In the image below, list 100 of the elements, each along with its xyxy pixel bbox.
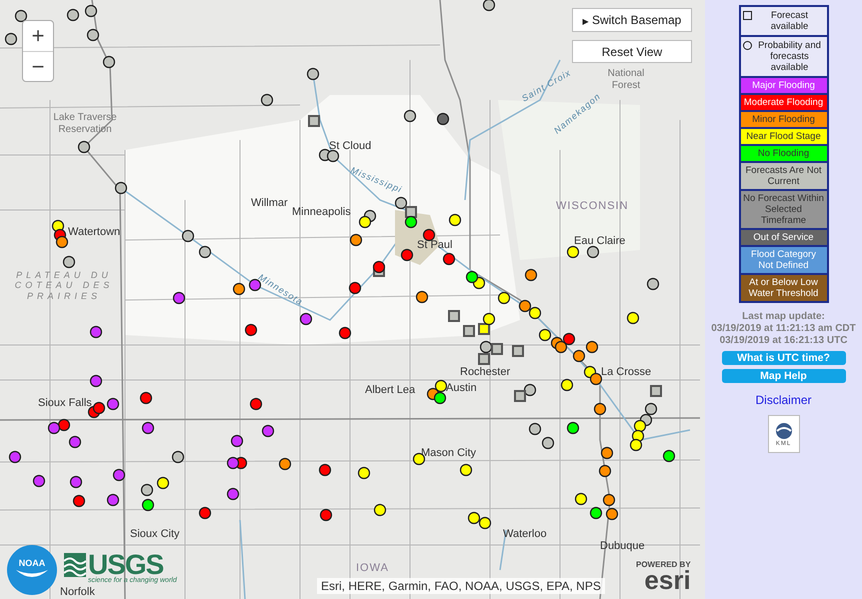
gauge-marker[interactable] xyxy=(594,402,606,416)
gauge-marker[interactable] xyxy=(560,378,574,392)
gauge-marker[interactable] xyxy=(106,494,120,506)
gauge-marker[interactable] xyxy=(14,10,28,22)
gauge-marker[interactable] xyxy=(198,506,212,520)
gauge-marker[interactable] xyxy=(112,468,126,482)
gauge-marker[interactable] xyxy=(114,182,128,194)
gauge-marker[interactable] xyxy=(586,246,600,258)
gauge-marker[interactable] xyxy=(308,115,320,127)
gauge-marker[interactable] xyxy=(491,343,503,355)
gauge-marker[interactable] xyxy=(70,476,82,488)
gauge-marker[interactable] xyxy=(142,422,154,434)
gauge-marker[interactable] xyxy=(626,312,640,324)
gauge-marker[interactable] xyxy=(320,508,332,522)
gauge-marker[interactable] xyxy=(68,436,82,448)
gauge-marker[interactable] xyxy=(72,494,86,508)
gauge-marker[interactable] xyxy=(32,474,46,488)
gauge-marker[interactable] xyxy=(56,236,68,248)
gauge-marker[interactable] xyxy=(466,270,478,284)
gauge-marker[interactable] xyxy=(250,398,262,410)
gauge-marker[interactable] xyxy=(8,450,22,464)
gauge-marker[interactable] xyxy=(562,332,576,346)
gauge-marker[interactable] xyxy=(404,216,418,228)
gauge-marker[interactable] xyxy=(278,458,292,470)
gauge-marker[interactable] xyxy=(478,353,490,365)
gauge-marker[interactable] xyxy=(4,32,18,46)
gauge-marker[interactable] xyxy=(84,4,98,18)
gauge-marker[interactable] xyxy=(468,512,480,524)
gauge-marker[interactable] xyxy=(590,372,602,386)
switch-basemap-button[interactable]: ▶ Switch Basemap xyxy=(572,8,692,32)
gauge-marker[interactable] xyxy=(58,418,70,432)
gauge-marker[interactable] xyxy=(646,278,660,290)
gauge-marker[interactable] xyxy=(226,488,240,500)
gauge-marker[interactable] xyxy=(260,94,274,106)
gauge-marker[interactable] xyxy=(528,306,542,320)
gauge-marker[interactable] xyxy=(602,494,616,506)
gauge-marker[interactable] xyxy=(348,282,362,294)
gauge-marker[interactable] xyxy=(448,310,460,322)
gauge-marker[interactable] xyxy=(644,402,658,416)
gauge-marker[interactable] xyxy=(590,506,602,520)
gauge-marker[interactable] xyxy=(142,498,154,512)
gauge-marker[interactable] xyxy=(606,508,618,520)
gauge-marker[interactable] xyxy=(434,380,448,392)
gauge-marker[interactable] xyxy=(102,56,116,68)
gauge-marker[interactable] xyxy=(78,140,90,154)
gauge-marker[interactable] xyxy=(405,206,417,218)
gauge-marker[interactable] xyxy=(66,8,80,22)
gauge-marker[interactable] xyxy=(106,398,120,410)
gauge-marker[interactable] xyxy=(524,268,538,282)
gauge-marker[interactable] xyxy=(448,214,462,226)
gauge-marker[interactable] xyxy=(90,374,102,388)
gauge-marker[interactable] xyxy=(338,326,352,340)
gauge-marker[interactable] xyxy=(524,384,536,396)
gauge-marker[interactable] xyxy=(416,290,428,304)
gauge-marker[interactable] xyxy=(422,228,436,242)
gauge-marker[interactable] xyxy=(140,392,152,404)
gauge-marker[interactable] xyxy=(232,282,246,296)
gauge-marker[interactable] xyxy=(182,230,194,242)
gauge-marker[interactable] xyxy=(542,436,554,450)
gauge-marker[interactable] xyxy=(92,402,106,414)
gauge-marker[interactable] xyxy=(566,422,580,434)
gauge-marker[interactable] xyxy=(634,420,646,432)
zoom-out-button[interactable]: − xyxy=(23,51,53,81)
gauge-marker[interactable] xyxy=(226,456,240,470)
gauge-marker[interactable] xyxy=(374,504,386,516)
gauge-marker[interactable] xyxy=(300,312,312,326)
gauge-marker[interactable] xyxy=(230,434,244,448)
gauge-marker[interactable] xyxy=(600,446,614,460)
zoom-in-button[interactable]: + xyxy=(23,21,53,51)
gauge-marker[interactable] xyxy=(538,328,552,342)
gauge-marker[interactable] xyxy=(478,323,490,335)
gauge-marker[interactable] xyxy=(306,68,320,80)
gauge-marker[interactable] xyxy=(650,385,662,397)
gauge-marker[interactable] xyxy=(140,484,154,496)
gauge-marker[interactable] xyxy=(662,450,676,462)
gauge-marker[interactable] xyxy=(514,390,526,402)
gauge-marker[interactable] xyxy=(630,438,642,452)
gauge-marker[interactable] xyxy=(318,464,332,476)
gauge-marker[interactable] xyxy=(326,150,340,162)
gauge-marker[interactable] xyxy=(172,292,186,304)
disclaimer-link[interactable]: Disclaimer xyxy=(755,393,812,407)
gauge-marker[interactable] xyxy=(574,492,588,506)
gauge-marker[interactable] xyxy=(394,196,408,210)
gauge-marker[interactable] xyxy=(262,424,274,438)
reset-view-button[interactable]: Reset View xyxy=(572,40,692,63)
gauge-marker[interactable] xyxy=(198,246,212,258)
gauge-marker[interactable] xyxy=(480,340,492,354)
gauge-marker[interactable] xyxy=(62,256,76,268)
gauge-marker[interactable] xyxy=(48,422,60,434)
gauge-marker[interactable] xyxy=(434,392,446,404)
gauge-marker[interactable] xyxy=(350,234,362,246)
gauge-marker[interactable] xyxy=(572,350,586,362)
gauge-marker[interactable] xyxy=(86,28,100,42)
gauge-marker[interactable] xyxy=(442,252,456,266)
gauge-marker[interactable] xyxy=(156,476,170,490)
gauge-marker[interactable] xyxy=(400,248,414,262)
gauge-marker[interactable] xyxy=(498,292,510,304)
gauge-marker[interactable] xyxy=(528,422,542,436)
gauge-marker[interactable] xyxy=(436,112,450,126)
gauge-marker[interactable] xyxy=(358,216,372,228)
